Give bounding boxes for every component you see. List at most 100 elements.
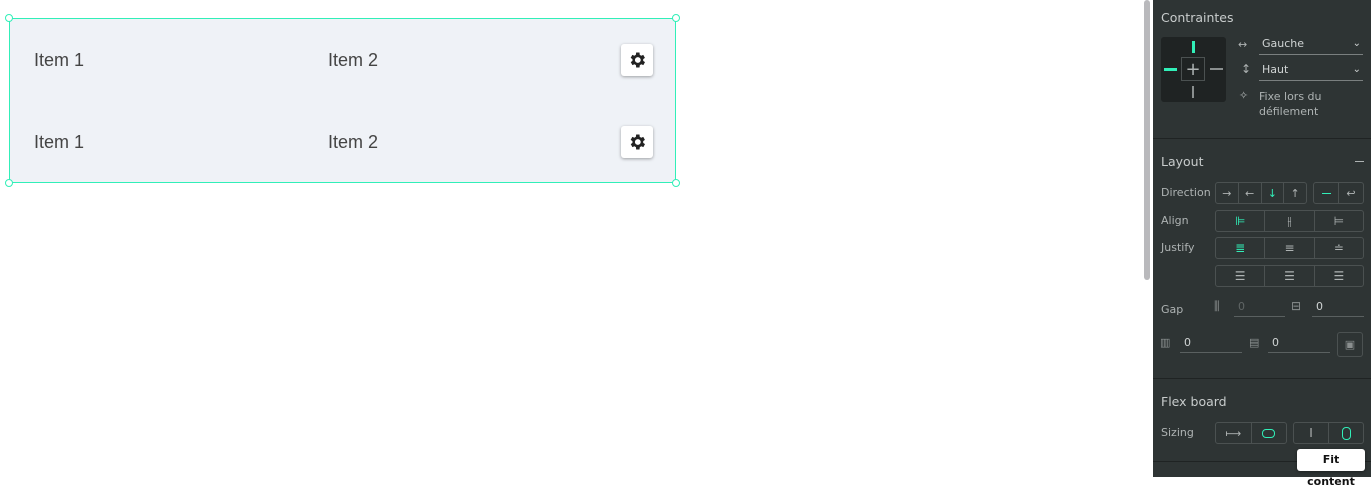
align-end-button[interactable]: ⊨: [1315, 211, 1363, 231]
justify-end-icon: ≐: [1333, 241, 1344, 255]
settings-gear-button[interactable]: [621, 126, 653, 158]
arrow-down-icon: ↓: [1267, 186, 1277, 200]
wrap-button[interactable]: ↩: [1339, 183, 1363, 203]
canvas-scrollbar[interactable]: [1144, 0, 1150, 280]
direction-label: Direction: [1161, 186, 1211, 199]
row-item-1: Item 1: [34, 50, 85, 70]
horizontal-arrows-icon: ↔: [1238, 38, 1248, 51]
fit-content-tooltip: Fit content: [1297, 449, 1365, 488]
justify-group-top: ≣ ≡ ≐: [1215, 237, 1364, 259]
resize-handle-top-right[interactable]: [672, 14, 680, 22]
vertical-padding-input[interactable]: 0: [1180, 335, 1242, 353]
justify-center-button[interactable]: ≡: [1265, 238, 1315, 258]
row-item-1: Item 1: [34, 132, 85, 152]
chevron-down-icon: ⌄: [1352, 38, 1361, 49]
justify-space-around-button[interactable]: ☰: [1265, 266, 1315, 286]
pin-icon[interactable]: ✧: [1239, 89, 1248, 102]
row-item-2: Item 2: [328, 50, 379, 70]
align-center-icon: ⫲: [1287, 213, 1292, 228]
no-wrap-button[interactable]: [1314, 183, 1339, 203]
resize-handle-bottom-right[interactable]: [672, 179, 680, 187]
direction-down-button[interactable]: ↓: [1262, 183, 1285, 203]
board-row[interactable]: Item 1 Item 2: [10, 19, 675, 101]
justify-space-evenly-button[interactable]: ☰: [1315, 266, 1363, 286]
space-evenly-icon: ☰: [1333, 269, 1345, 283]
plus-icon[interactable]: +: [1181, 57, 1205, 81]
direction-up-button[interactable]: ↑: [1284, 183, 1306, 203]
vertical-constraint-select[interactable]: Haut ⌄: [1259, 61, 1363, 81]
resize-handle-top-left[interactable]: [5, 14, 13, 22]
divider: [1153, 138, 1371, 139]
row-item-2: Item 2: [328, 132, 379, 152]
no-wrap-icon: [1321, 192, 1331, 194]
horizontal-sizing-group: ⟼: [1215, 422, 1287, 444]
align-group: ⊫ ⫲ ⊨: [1215, 210, 1364, 232]
justify-end-button[interactable]: ≐: [1315, 238, 1363, 258]
constraints-title: Contraintes: [1161, 10, 1234, 25]
horizontal-constraint-select[interactable]: Gauche ⌄: [1259, 35, 1363, 55]
horizontal-padding-icon: ▤: [1249, 336, 1260, 349]
fix-width-button[interactable]: ⟼: [1216, 423, 1252, 443]
justify-group-bottom: ☰ ☰ ☰: [1215, 265, 1364, 287]
direction-right-button[interactable]: →: [1216, 183, 1239, 203]
column-gap-icon: ⊟: [1291, 299, 1302, 313]
flex-board-title: Flex board: [1161, 394, 1227, 409]
board-row[interactable]: Item 1 Item 2: [10, 101, 675, 183]
constraint-top-line[interactable]: [1192, 41, 1195, 53]
wrap-group: ↩: [1313, 182, 1364, 204]
fix-height-icon: I: [1309, 426, 1313, 440]
wrap-icon: ↩: [1346, 186, 1356, 200]
fit-height-button[interactable]: [1329, 423, 1363, 443]
constraint-left-line[interactable]: [1164, 68, 1177, 71]
fixed-on-scroll-label[interactable]: Fixe lors du défilement: [1259, 89, 1359, 119]
resize-handle-bottom-left[interactable]: [5, 179, 13, 187]
align-center-button[interactable]: ⫲: [1265, 211, 1315, 231]
design-canvas[interactable]: Item 1 Item 2 Item 1 Item 2: [0, 0, 1153, 477]
fix-width-icon: ⟼: [1225, 426, 1242, 440]
justify-start-button[interactable]: ≣: [1216, 238, 1266, 258]
justify-label: Justify: [1161, 241, 1195, 254]
fix-height-button[interactable]: I: [1294, 423, 1329, 443]
align-label: Align: [1161, 214, 1189, 227]
justify-center-icon: ≡: [1284, 241, 1295, 255]
fit-height-icon: [1341, 426, 1351, 440]
direction-left-button[interactable]: ←: [1239, 183, 1262, 203]
arrow-up-icon: ↑: [1290, 186, 1300, 200]
vertical-arrows-icon: ↕: [1241, 62, 1252, 76]
gap-label: Gap: [1161, 303, 1184, 316]
layout-title: Layout: [1161, 154, 1204, 169]
remove-layout-icon[interactable]: [1355, 161, 1364, 162]
gear-icon: [630, 134, 645, 150]
row-gap-icon: ⫼: [1214, 299, 1220, 313]
constraint-right-line[interactable]: [1210, 68, 1223, 70]
fit-width-icon: [1262, 428, 1276, 438]
justify-start-icon: ≣: [1235, 241, 1246, 255]
align-start-icon: ⊫: [1234, 214, 1246, 228]
constraint-bottom-line[interactable]: [1192, 86, 1194, 98]
column-gap-input[interactable]: 0: [1312, 299, 1364, 317]
settings-gear-button[interactable]: [621, 44, 653, 76]
constraints-widget[interactable]: +: [1161, 37, 1226, 102]
design-panel: Contraintes + ↔ Gauche ⌄ ↕ Haut ⌄ ✧ Fixe…: [1153, 0, 1371, 477]
space-around-icon: ☰: [1284, 269, 1295, 283]
fit-width-button[interactable]: [1252, 423, 1287, 443]
space-between-icon: ☰: [1234, 269, 1246, 283]
vertical-padding-icon: ▥: [1160, 336, 1171, 349]
horizontal-constraint-value: Gauche: [1262, 37, 1305, 50]
independent-padding-button[interactable]: ▣: [1337, 332, 1363, 357]
justify-space-between-button[interactable]: ☰: [1216, 266, 1266, 286]
horizontal-padding-input[interactable]: 0: [1268, 335, 1330, 353]
align-end-icon: ⊨: [1333, 214, 1345, 228]
row-gap-input[interactable]: 0: [1234, 299, 1285, 317]
divider: [1153, 378, 1371, 379]
vertical-constraint-value: Haut: [1262, 63, 1289, 76]
arrow-left-icon: ←: [1245, 186, 1255, 200]
padding-options-icon: ▣: [1344, 338, 1356, 351]
sizing-label: Sizing: [1161, 426, 1194, 439]
vertical-sizing-group: I: [1293, 422, 1364, 444]
direction-group: → ← ↓ ↑: [1215, 182, 1307, 204]
align-start-button[interactable]: ⊫: [1216, 211, 1266, 231]
arrow-right-icon: →: [1222, 186, 1232, 200]
gear-icon: [630, 52, 645, 68]
flex-board[interactable]: Item 1 Item 2 Item 1 Item 2: [9, 18, 676, 183]
